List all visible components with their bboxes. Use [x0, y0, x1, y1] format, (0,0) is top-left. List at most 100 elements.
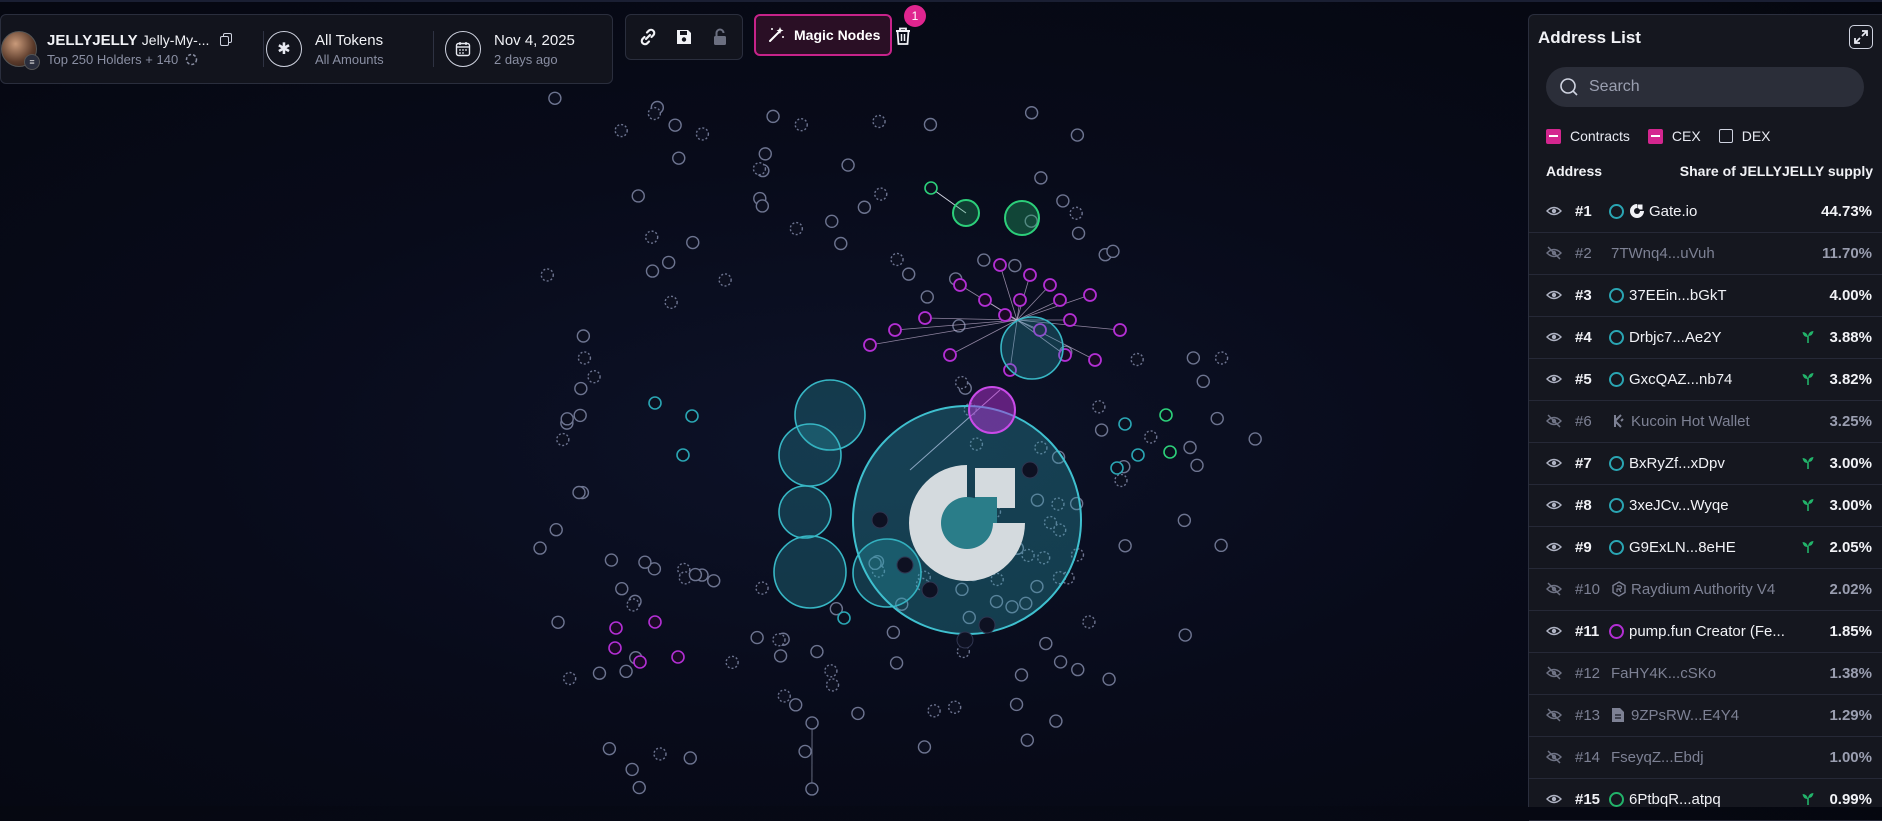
holder-node[interactable] [1014, 294, 1026, 306]
address-row[interactable]: #11pump.fun Creator (Fe...1.85% [1529, 611, 1882, 653]
holder-node[interactable] [864, 339, 876, 351]
holder-node[interactable] [827, 679, 839, 691]
holder-node[interactable] [663, 256, 675, 268]
teal-holder-node[interactable] [1001, 317, 1063, 379]
token-selector[interactable]: ≡ JELLYJELLY Jelly-My-... Top 250 Holder… [1, 15, 232, 83]
holder-node[interactable] [1119, 540, 1131, 552]
holder-node[interactable] [838, 612, 850, 624]
trash-icon[interactable] [894, 26, 912, 46]
holder-node[interactable] [686, 410, 698, 422]
holder-node[interactable] [889, 324, 901, 336]
holder-node[interactable] [979, 294, 991, 306]
holder-node[interactable] [944, 349, 956, 361]
holder-node[interactable] [1114, 324, 1126, 336]
holder-node[interactable] [1115, 474, 1127, 486]
holder-node[interactable] [767, 110, 779, 122]
holder-node[interactable] [978, 254, 990, 266]
holder-node[interactable] [719, 274, 731, 286]
holder-node[interactable] [957, 632, 973, 648]
holder-node[interactable] [887, 626, 899, 638]
eye-off-icon[interactable] [1546, 246, 1562, 260]
green-holder-node[interactable] [1160, 409, 1172, 421]
holder-node[interactable] [1044, 279, 1056, 291]
holder-node[interactable] [1089, 354, 1101, 366]
holder-node[interactable] [1103, 673, 1115, 685]
holder-node[interactable] [605, 554, 617, 566]
address-row[interactable]: #14FseyqZ...Ebdj1.00% [1529, 737, 1882, 779]
holder-node[interactable] [575, 383, 587, 395]
holder-node[interactable] [549, 92, 561, 104]
holder-node[interactable] [1211, 413, 1223, 425]
holder-node[interactable] [751, 632, 763, 644]
holder-node[interactable] [924, 119, 936, 131]
holder-node[interactable] [573, 487, 585, 499]
search-box[interactable] [1546, 67, 1864, 107]
holder-node[interactable] [919, 312, 931, 324]
address-row[interactable]: #9G9ExLN...8eHE2.05% [1529, 527, 1882, 569]
holder-node[interactable] [1197, 375, 1209, 387]
green-holder-node[interactable] [1005, 201, 1039, 235]
eye-icon[interactable] [1546, 624, 1562, 638]
token-filter[interactable]: ✱ All Tokens All Amounts [266, 15, 384, 83]
eye-icon[interactable] [1546, 456, 1562, 470]
holder-node[interactable] [922, 582, 938, 598]
holder-node[interactable] [616, 583, 628, 595]
holder-node[interactable] [1035, 172, 1047, 184]
lock-button[interactable] [708, 25, 732, 49]
holder-node[interactable] [826, 215, 838, 227]
holder-node[interactable] [696, 128, 708, 140]
holder-node[interactable] [1216, 352, 1228, 364]
holder-node[interactable] [918, 741, 930, 753]
holder-node[interactable] [620, 665, 632, 677]
teal-holder-node[interactable] [779, 424, 841, 486]
holder-node[interactable] [1064, 314, 1076, 326]
holder-node[interactable] [1054, 294, 1066, 306]
holder-node[interactable] [639, 556, 651, 568]
bubble-map-graph[interactable] [0, 0, 1528, 806]
holder-node[interactable] [677, 449, 689, 461]
magic-nodes-button[interactable]: Magic Nodes [754, 14, 892, 56]
holder-node[interactable] [534, 542, 546, 554]
holder-node[interactable] [610, 622, 622, 634]
address-row[interactable]: #156PtbqR...atpq0.99% [1529, 779, 1882, 821]
holder-node[interactable] [891, 657, 903, 669]
holder-node[interactable] [577, 330, 589, 342]
eye-off-icon[interactable] [1546, 750, 1562, 764]
holder-node[interactable] [759, 148, 771, 160]
holder-node[interactable] [1249, 433, 1261, 445]
holder-node[interactable] [1011, 698, 1023, 710]
holder-node[interactable] [626, 763, 638, 775]
holder-node[interactable] [541, 269, 553, 281]
holder-node[interactable] [756, 582, 768, 594]
holder-node[interactable] [891, 253, 903, 265]
holder-node[interactable] [753, 163, 765, 175]
holder-node[interactable] [795, 119, 807, 131]
teal-holder-node[interactable] [779, 486, 831, 538]
holder-node[interactable] [1215, 539, 1227, 551]
holder-node[interactable] [1021, 734, 1033, 746]
holder-node[interactable] [646, 231, 658, 243]
holder-node[interactable] [979, 617, 995, 633]
eye-off-icon[interactable] [1546, 582, 1562, 596]
address-row[interactable]: #4Drbjc7...Ae2Y3.88% [1529, 317, 1882, 359]
holder-node[interactable] [1022, 462, 1038, 478]
holder-node[interactable] [564, 672, 576, 684]
holder-node[interactable] [773, 634, 785, 646]
holder-node[interactable] [1015, 669, 1027, 681]
purple-holder-node[interactable] [969, 387, 1015, 433]
holder-node[interactable] [1179, 629, 1191, 641]
holder-node[interactable] [1178, 514, 1190, 526]
holder-node[interactable] [687, 237, 699, 249]
holder-node[interactable] [858, 201, 870, 213]
address-row[interactable]: #7BxRyZf...xDpv3.00% [1529, 443, 1882, 485]
holder-node[interactable] [649, 397, 661, 409]
holder-node[interactable] [994, 259, 1006, 271]
holder-node[interactable] [1050, 715, 1062, 727]
holder-node[interactable] [634, 656, 646, 668]
holder-node[interactable] [1145, 431, 1157, 443]
filter-cex[interactable]: CEX [1648, 128, 1701, 144]
copy-icon[interactable] [220, 33, 232, 46]
holder-node[interactable] [578, 352, 590, 364]
holder-node[interactable] [627, 599, 639, 611]
holder-node[interactable] [825, 665, 837, 677]
